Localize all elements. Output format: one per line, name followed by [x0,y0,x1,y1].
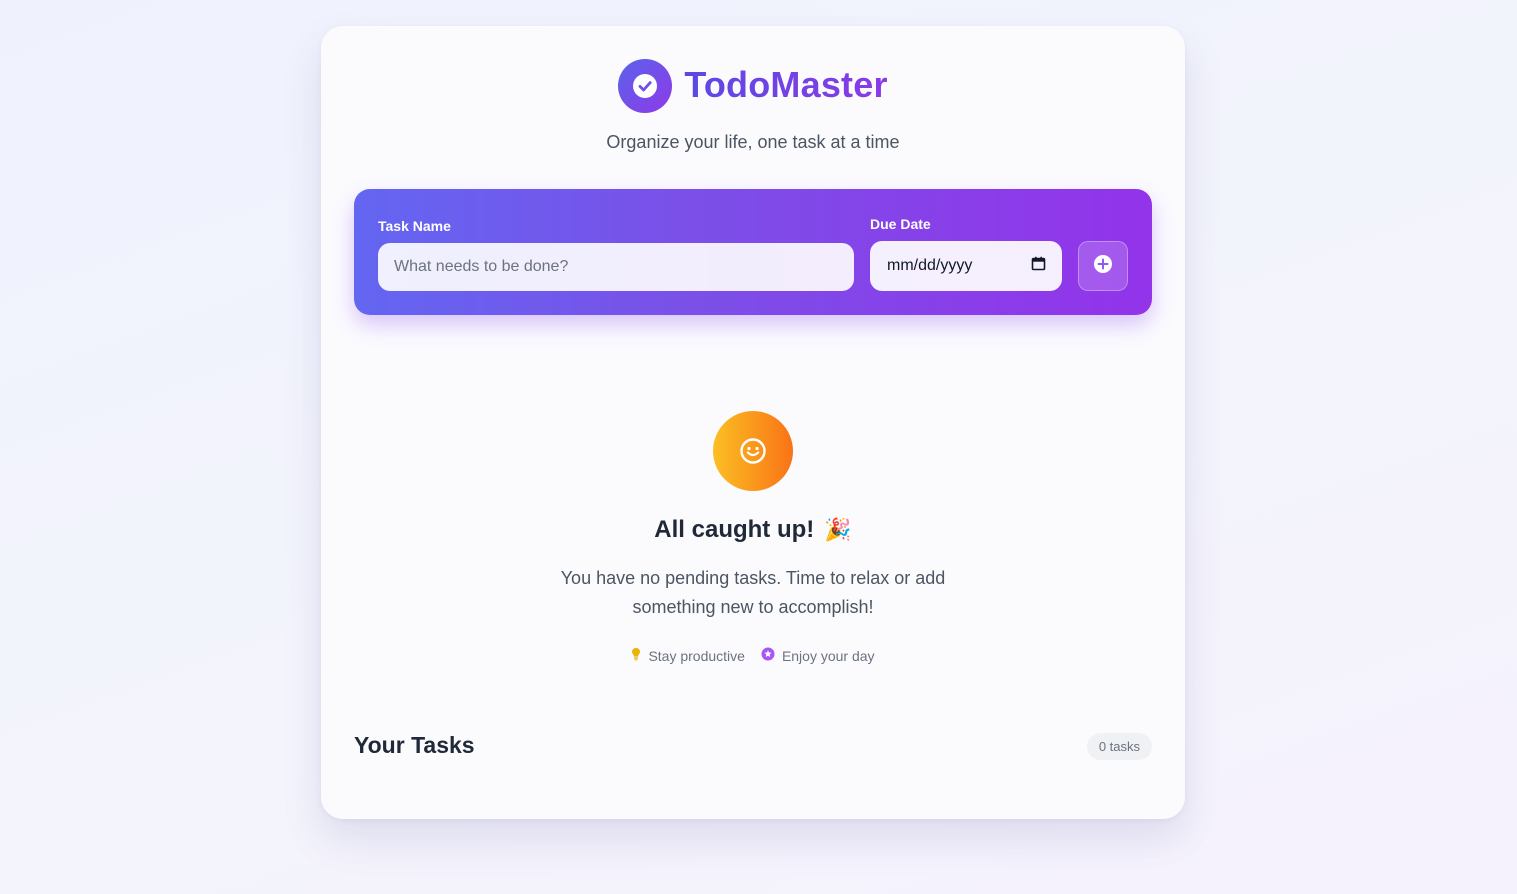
due-date-label: Due Date [870,216,931,232]
empty-state-title-text: All caught up! [654,516,815,543]
star-icon [761,647,775,664]
task-name-label: Task Name [378,218,451,234]
tasks-heading: Your Tasks [354,732,475,758]
party-popper-icon: 🎉 [824,517,852,542]
tip-stay-productive: Stay productive [631,647,745,664]
plus-circle-icon [1093,254,1113,279]
app-header: TodoMaster [321,59,1185,113]
empty-state-title: All caught up! 🎉 [321,516,1185,544]
add-task-button[interactable] [1078,241,1128,291]
tips-row: Stay productive Enjoy your day [321,647,1185,664]
due-date-value: mm/dd/yyyy [887,257,973,274]
lightbulb-icon [631,647,641,664]
tip-label: Enjoy your day [781,647,875,664]
app-subtitle: Organize your life, one task at a time [606,132,900,152]
tip-label: Stay productive [648,647,745,664]
app-title: TodoMaster [684,58,887,112]
task-count-badge: 0 tasks [1086,733,1152,760]
due-date-input[interactable]: mm/dd/yyyy [870,241,1062,291]
task-name-placeholder: What needs to be done? [394,258,569,275]
smile-icon [713,411,793,491]
empty-state-description: You have no pending tasks. Time to relax… [560,568,946,617]
add-task-form: Task Name What needs to be done? Due Dat… [354,189,1152,315]
todo-card: TodoMaster Organize your life, one task … [321,26,1185,819]
tip-enjoy-your-day: Enjoy your day [761,647,875,664]
calendar-icon[interactable] [1031,256,1046,276]
task-name-input[interactable]: What needs to be done? [378,243,854,291]
check-circle-icon [618,59,673,113]
